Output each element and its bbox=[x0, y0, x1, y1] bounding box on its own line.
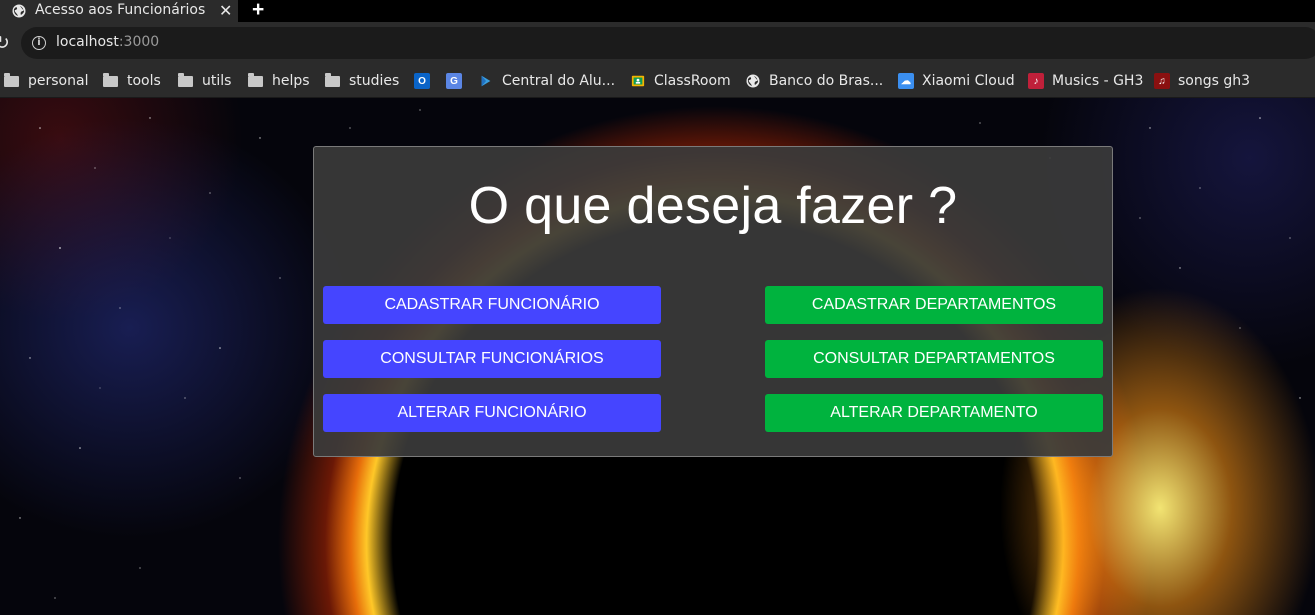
browser-toolbar: ↻ i localhost:3000 bbox=[0, 22, 1315, 66]
globe-icon bbox=[746, 74, 760, 88]
reload-icon[interactable]: ↻ bbox=[0, 32, 10, 55]
bookmark-label: songs gh3 bbox=[1178, 73, 1251, 89]
bookmark-label: studies bbox=[349, 73, 400, 89]
bookmark-classroom[interactable]: ClassRoom bbox=[630, 70, 731, 92]
folder-icon bbox=[178, 73, 193, 87]
tab-title: Acesso aos Funcionários bbox=[35, 2, 206, 18]
bookmark-label: Musics - GH3 bbox=[1052, 73, 1144, 89]
bookmark-studies[interactable]: studies bbox=[325, 70, 399, 92]
url-port: :3000 bbox=[118, 34, 160, 50]
gh3-icon: ♪ bbox=[1028, 73, 1044, 89]
bookmark-label: Central do Alu... bbox=[502, 73, 616, 89]
actions-panel: O que deseja fazer ? CADASTRAR FUNCIONÁR… bbox=[313, 146, 1113, 457]
alterar-funcionario-button[interactable]: ALTERAR FUNCIONÁRIO bbox=[323, 394, 661, 432]
close-tab-icon[interactable]: ✕ bbox=[219, 1, 232, 21]
bookmark-helps[interactable]: helps bbox=[248, 70, 310, 92]
bookmark-songs-gh3[interactable]: ♫ songs gh3 bbox=[1154, 70, 1250, 92]
bookmark-label: helps bbox=[272, 73, 310, 89]
bookmark-banco-do-brasil[interactable]: Banco do Bras... bbox=[745, 70, 883, 92]
url-text[interactable]: localhost:3000 bbox=[56, 34, 159, 50]
bookmark-label: tools bbox=[127, 73, 161, 89]
cadastrar-funcionario-button[interactable]: CADASTRAR FUNCIONÁRIO bbox=[323, 286, 661, 324]
play-icon bbox=[481, 75, 491, 87]
translate-icon: G bbox=[446, 73, 462, 89]
url-host: localhost bbox=[56, 34, 119, 50]
address-bar[interactable]: i localhost:3000 bbox=[21, 27, 1315, 59]
bookmark-xiaomi-cloud[interactable]: ☁ Xiaomi Cloud bbox=[898, 70, 1015, 92]
browser-tab[interactable]: Acesso aos Funcionários ✕ bbox=[0, 0, 238, 22]
bookmark-label: ClassRoom bbox=[654, 73, 731, 89]
tab-bar: Acesso aos Funcionários ✕ + bbox=[0, 0, 1315, 22]
folder-icon bbox=[248, 73, 263, 87]
bookmark-label: utils bbox=[202, 73, 232, 89]
globe-icon bbox=[12, 4, 26, 18]
page-title: O que deseja fazer ? bbox=[468, 177, 958, 235]
songs-icon: ♫ bbox=[1154, 73, 1170, 89]
consultar-funcionarios-button[interactable]: CONSULTAR FUNCIONÁRIOS bbox=[323, 340, 661, 378]
outlook-icon: O bbox=[414, 73, 430, 89]
bookmark-label: Banco do Bras... bbox=[769, 73, 884, 89]
bookmark-label: personal bbox=[28, 73, 89, 89]
page-background: O que deseja fazer ? CADASTRAR FUNCIONÁR… bbox=[0, 98, 1315, 615]
bookmark-musics-gh3[interactable]: ♪ Musics - GH3 bbox=[1028, 70, 1143, 92]
bookmark-outlook[interactable]: O bbox=[414, 70, 438, 92]
bookmark-translate[interactable]: G bbox=[446, 70, 470, 92]
bookmark-central-do-aluno[interactable]: Central do Alu... bbox=[478, 70, 615, 92]
bookmark-personal[interactable]: personal bbox=[4, 70, 88, 92]
new-tab-button[interactable]: + bbox=[252, 0, 264, 22]
classroom-icon bbox=[631, 75, 645, 87]
alterar-departamento-button[interactable]: ALTERAR DEPARTAMENTO bbox=[765, 394, 1103, 432]
folder-icon bbox=[103, 73, 118, 87]
bookmark-utils[interactable]: utils bbox=[178, 70, 231, 92]
folder-icon bbox=[325, 73, 340, 87]
bookmarks-bar: personal tools utils helps studies O G C… bbox=[0, 66, 1315, 98]
site-info-icon[interactable]: i bbox=[32, 36, 46, 50]
cloud-icon: ☁ bbox=[898, 73, 914, 89]
bookmark-tools[interactable]: tools bbox=[103, 70, 161, 92]
folder-icon bbox=[4, 73, 19, 87]
consultar-departamentos-button[interactable]: CONSULTAR DEPARTAMENTOS bbox=[765, 340, 1103, 378]
bookmark-label: Xiaomi Cloud bbox=[922, 73, 1015, 89]
cadastrar-departamentos-button[interactable]: CADASTRAR DEPARTAMENTOS bbox=[765, 286, 1103, 324]
